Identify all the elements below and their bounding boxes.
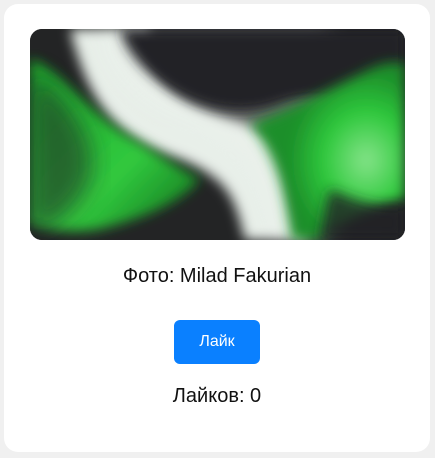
like-button[interactable]: Лайк <box>174 320 260 364</box>
photo <box>30 29 405 240</box>
photo-card: Фото: Milad Fakurian Лайк Лайков: 0 <box>4 4 430 452</box>
abstract-gradient-image <box>30 29 405 240</box>
photo-credit: Фото: Milad Fakurian <box>122 265 312 287</box>
likes-count: Лайков: 0 <box>172 385 262 407</box>
